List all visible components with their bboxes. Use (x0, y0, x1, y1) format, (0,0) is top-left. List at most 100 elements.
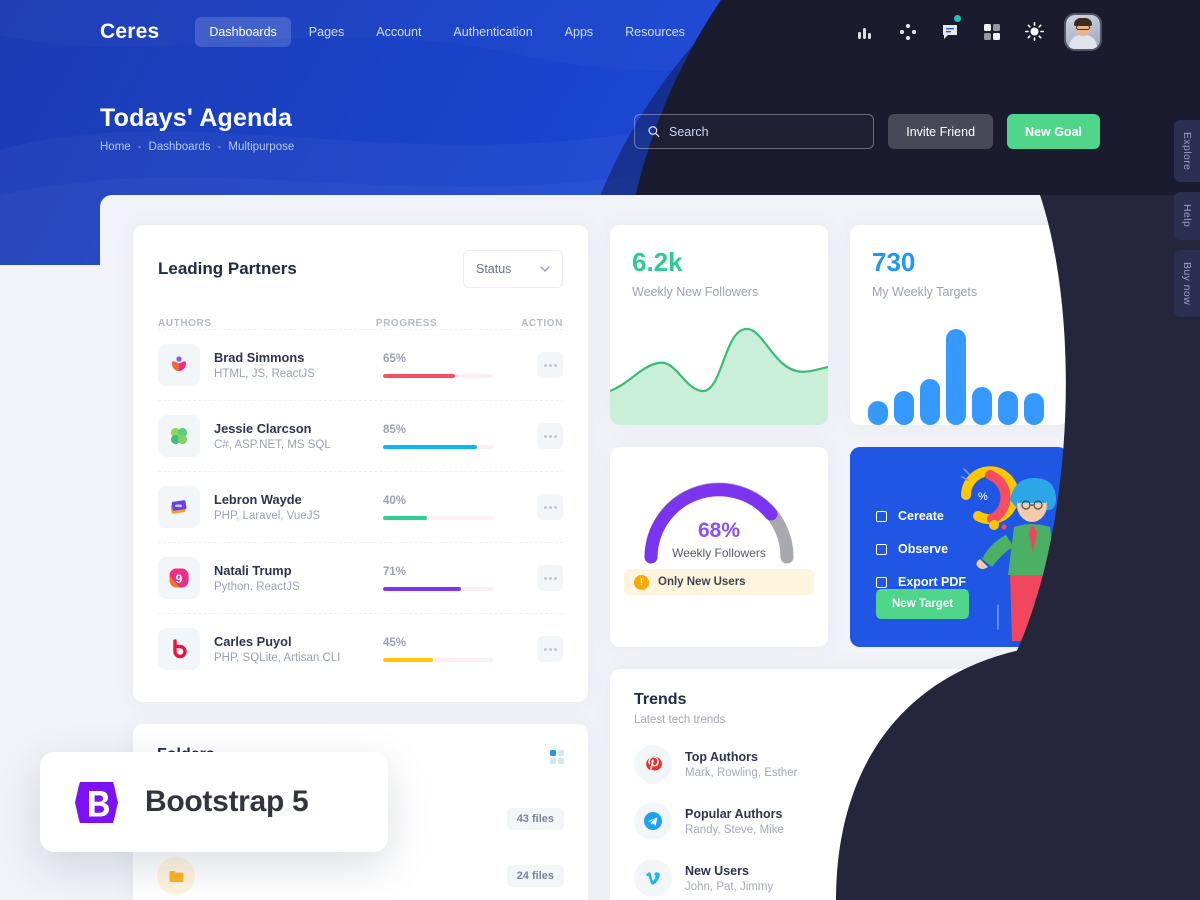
top-navigation: Ceres Dashboards Pages Account Authentic… (0, 0, 1200, 63)
chevron-down-icon (540, 266, 550, 272)
search-input[interactable] (668, 124, 861, 139)
weekly-followers-gauge-card: 68% Weekly Followers ! Only New Users (610, 447, 828, 647)
trend-badge: +4500$ (986, 867, 1044, 889)
folder-files-badge: 24 files (506, 865, 564, 887)
exclamation-icon: ! (634, 574, 649, 590)
grid-icon[interactable] (982, 22, 1002, 42)
author-name: Natali Trump (214, 563, 292, 578)
chat-icon[interactable] (940, 14, 961, 42)
column-action: ACTION (521, 318, 563, 329)
table-row[interactable]: 9 Natali Trump Python, ReactJS 71% (158, 542, 563, 613)
breadcrumb-home[interactable]: Home (100, 141, 131, 153)
nav-link-authentication[interactable]: Authentication (439, 17, 546, 47)
author-name: Carles Puyol (214, 634, 292, 649)
nav-link-resources[interactable]: Resources (611, 17, 699, 47)
pinterest-icon (634, 745, 672, 783)
stat-cards: 6.2k Weekly New Followers 730 My Weekly … (610, 225, 1068, 425)
row-menu-icon[interactable] (537, 423, 563, 449)
weekly-followers-stat-card: 6.2k Weekly New Followers (610, 225, 828, 425)
table-row[interactable]: Brad Simmons HTML, JS, ReactJS 65% (158, 329, 563, 400)
bootstrap-badge-overlay: Bootstrap 5 (40, 752, 388, 852)
folder-row[interactable]: 24 files (157, 857, 564, 895)
nav-link-apps[interactable]: Apps (551, 17, 608, 47)
status-dot (954, 14, 961, 22)
author-name: Lebron Wayde (214, 492, 302, 507)
progress-bar (383, 373, 493, 378)
table-row[interactable]: Lebron Wayde PHP, Laravel, VueJS 40% (158, 471, 563, 542)
nav-links: Dashboards Pages Account Authentication … (195, 16, 699, 47)
screen: Ceres Dashboards Pages Account Authentic… (0, 0, 1200, 900)
breadcrumb-dashboards[interactable]: Dashboards (149, 141, 211, 153)
side-tab-help[interactable]: Help (1174, 192, 1200, 240)
side-tab-explore[interactable]: Explore (1174, 120, 1200, 183)
avatar[interactable] (1066, 14, 1100, 49)
page-header: Todays' Agenda Home - Dashboards - Multi… (100, 104, 294, 153)
trend-desc: Mark, Rowling, Esther (685, 766, 798, 779)
progress-percent: 40% (383, 494, 407, 507)
trend-row[interactable]: New Users John, Pat, Jimmy +4500$ (634, 859, 1044, 897)
trend-desc: John, Pat, Jimmy (685, 880, 774, 893)
promo-item-observe[interactable]: Observe (876, 542, 966, 556)
row-menu-icon[interactable] (537, 494, 563, 520)
progress-bar (383, 444, 493, 449)
clover-logo-icon (158, 415, 200, 457)
secondary-cards: 68% Weekly Followers ! Only New Users % … (610, 447, 1068, 647)
folder-icon (157, 857, 195, 895)
bootstrap-badge-text: Bootstrap 5 (145, 785, 309, 818)
grid-options-icon[interactable] (550, 750, 564, 764)
author-cell: Jessie Clarcson C#, ASP.NET, MS SQL (158, 415, 383, 457)
table-row[interactable]: Carles Puyol PHP, SQLite, Artisan CLI 45… (158, 613, 563, 684)
side-tabs: Explore Help Buy now (1174, 120, 1200, 317)
table-row[interactable]: Jessie Clarcson C#, ASP.NET, MS SQL 85% (158, 400, 563, 471)
action-cell (533, 565, 563, 591)
author-cell: Brad Simmons HTML, JS, ReactJS (158, 344, 383, 386)
stat-label: Weekly New Followers (632, 285, 759, 299)
avatar-body (1069, 34, 1097, 49)
trend-badge: +280$ (993, 810, 1044, 832)
row-menu-icon[interactable] (537, 352, 563, 378)
breadcrumb-separator: - (217, 141, 222, 153)
status-select[interactable]: Status (463, 250, 563, 288)
trend-row[interactable]: Popular Authors Randy, Steve, Mike +280$ (634, 802, 1044, 840)
invite-friend-button[interactable]: Invite Friend (888, 114, 994, 149)
progress-cell: 45% (383, 637, 533, 662)
alert-text: Only New Users (658, 576, 746, 588)
breadcrumb-multipurpose[interactable]: Multipurpose (228, 141, 294, 153)
gauge-labels: 68% Weekly Followers (610, 519, 828, 560)
nav-link-account[interactable]: Account (362, 17, 435, 47)
grid-options-icon[interactable] (1030, 695, 1044, 709)
search-icon (648, 126, 660, 138)
trend-name: Top Authors (685, 749, 758, 764)
checkbox-icon (876, 543, 887, 555)
bar-chart-icon[interactable] (856, 22, 876, 42)
side-tab-buy-now[interactable]: Buy now (1174, 249, 1200, 317)
row-menu-icon[interactable] (537, 636, 563, 662)
sun-icon[interactable] (1024, 22, 1044, 42)
promo-item-export-pdf[interactable]: Export PDF (876, 575, 966, 589)
breadcrumb-separator: - (137, 141, 142, 153)
promo-item-label: Observe (898, 542, 949, 556)
author-skills: HTML, JS, ReactJS (214, 368, 315, 380)
brand-logo[interactable]: Ceres (100, 20, 159, 44)
promo-checklist: Cereate Observe Export PDF (876, 509, 966, 589)
trend-name: Popular Authors (685, 806, 783, 821)
alert-banner: ! Only New Users (624, 569, 814, 595)
diamond-dots-icon[interactable] (898, 22, 918, 42)
trend-row[interactable]: Top Authors Mark, Rowling, Esther +82$ (634, 745, 1044, 783)
author-name: Brad Simmons (214, 350, 305, 365)
new-goal-button[interactable]: New Goal (1007, 114, 1100, 149)
progress-percent: 45% (383, 636, 407, 649)
folder-files-badge: 43 files (506, 808, 564, 830)
row-menu-icon[interactable] (537, 565, 563, 591)
promo-item-cereate[interactable]: Cereate (876, 509, 966, 523)
b-logo-icon (158, 628, 200, 670)
leading-partners-header: Leading Partners Status (158, 250, 563, 288)
search-box[interactable] (634, 114, 875, 149)
column-authors: AUTHORS (158, 318, 212, 329)
nav-link-pages[interactable]: Pages (295, 17, 358, 47)
nav-link-dashboards[interactable]: Dashboards (195, 16, 291, 47)
new-target-button[interactable]: New Target (876, 589, 970, 619)
author-name: Jessie Clarcson (214, 421, 312, 436)
progress-cell: 65% (383, 353, 533, 378)
progress-cell: 85% (383, 424, 533, 449)
